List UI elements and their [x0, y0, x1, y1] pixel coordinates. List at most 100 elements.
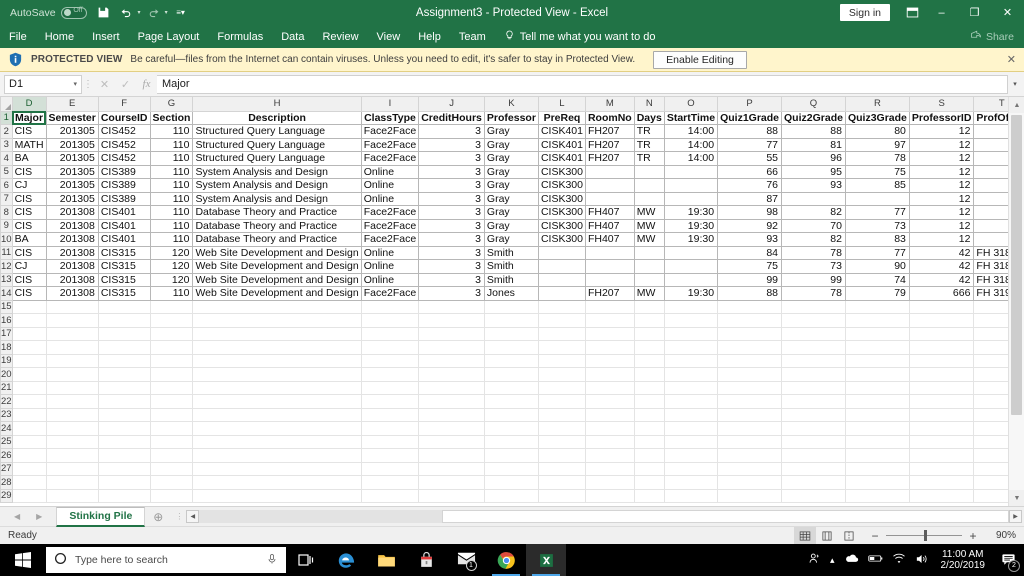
cell-D29[interactable] [11, 488, 47, 503]
cell-D10[interactable]: BA [11, 232, 47, 247]
chrome-icon[interactable] [486, 544, 526, 576]
cell-I10[interactable]: Face2Face [360, 232, 420, 247]
cell-E15[interactable] [45, 299, 99, 314]
cell-L20[interactable] [537, 367, 586, 382]
row-header-6[interactable]: 6 [0, 178, 13, 193]
cell-S29[interactable] [908, 488, 975, 503]
cell-K2[interactable]: Gray [483, 124, 539, 139]
previous-sheet-icon[interactable]: ◀ [14, 512, 20, 521]
show-hidden-icons-icon[interactable]: ▴ [830, 555, 835, 566]
cell-P3[interactable]: 77 [717, 137, 783, 152]
cell-S10[interactable]: 12 [908, 232, 975, 247]
cell-H15[interactable] [192, 299, 362, 314]
cell-Q19[interactable] [781, 353, 846, 368]
cell-P20[interactable] [717, 367, 783, 382]
cell-I15[interactable] [360, 299, 420, 314]
cell-P14[interactable]: 88 [717, 286, 783, 301]
cell-P8[interactable]: 98 [717, 205, 783, 220]
header-cell-R1[interactable]: Quiz3Grade [844, 110, 910, 125]
autosave-control[interactable]: AutoSave Off [6, 6, 91, 19]
cell-F11[interactable]: CIS315 [97, 245, 151, 260]
cell-M10[interactable]: FH407 [584, 232, 635, 247]
tab-view[interactable]: View [368, 25, 410, 48]
cell-H2[interactable]: Structured Query Language [192, 124, 362, 139]
cell-E24[interactable] [45, 421, 99, 436]
cell-P28[interactable] [717, 475, 783, 490]
cell-J23[interactable] [418, 407, 485, 422]
cell-H18[interactable] [192, 340, 362, 355]
cell-S24[interactable] [908, 421, 975, 436]
cell-D23[interactable] [11, 407, 47, 422]
next-sheet-icon[interactable]: ▶ [36, 512, 42, 521]
cell-N20[interactable] [633, 367, 665, 382]
cell-M9[interactable]: FH407 [584, 218, 635, 233]
enable-editing-button[interactable]: Enable Editing [653, 50, 747, 69]
cell-H16[interactable] [192, 313, 362, 328]
cell-E17[interactable] [45, 326, 99, 341]
cell-M11[interactable] [584, 245, 635, 260]
cell-E13[interactable]: 201308 [45, 272, 99, 287]
cell-Q25[interactable] [781, 434, 846, 449]
cell-H6[interactable]: System Analysis and Design [192, 178, 362, 193]
cell-N26[interactable] [633, 448, 665, 463]
cell-I6[interactable]: Online [360, 178, 420, 193]
cell-O25[interactable] [663, 434, 719, 449]
cell-R27[interactable] [844, 461, 910, 476]
cell-M28[interactable] [584, 475, 635, 490]
cell-K8[interactable]: Gray [483, 205, 539, 220]
cell-Q16[interactable] [781, 313, 846, 328]
cell-L21[interactable] [537, 380, 586, 395]
cell-N15[interactable] [633, 299, 665, 314]
cell-I22[interactable] [360, 394, 420, 409]
cell-S18[interactable] [908, 340, 975, 355]
cell-O3[interactable]: 14:00 [663, 137, 719, 152]
cell-E16[interactable] [45, 313, 99, 328]
cell-P22[interactable] [717, 394, 783, 409]
cell-Q26[interactable] [781, 448, 846, 463]
cell-K13[interactable]: Smith [483, 272, 539, 287]
search-input[interactable]: Type here to search [46, 547, 286, 573]
cell-P15[interactable] [717, 299, 783, 314]
cell-O21[interactable] [663, 380, 719, 395]
scroll-left-icon[interactable]: ◀ [186, 510, 200, 523]
cell-J24[interactable] [418, 421, 485, 436]
cell-I11[interactable]: Online [360, 245, 420, 260]
cell-L11[interactable] [537, 245, 586, 260]
cell-K7[interactable]: Gray [483, 191, 539, 206]
cell-R14[interactable]: 79 [844, 286, 910, 301]
cell-J16[interactable] [418, 313, 485, 328]
cell-J19[interactable] [418, 353, 485, 368]
cell-G3[interactable]: 110 [149, 137, 194, 152]
cell-D8[interactable]: CIS [11, 205, 47, 220]
cell-J21[interactable] [418, 380, 485, 395]
cell-P29[interactable] [717, 488, 783, 503]
cell-R16[interactable] [844, 313, 910, 328]
column-header-S[interactable]: S [908, 97, 975, 112]
cell-H25[interactable] [192, 434, 362, 449]
cell-N5[interactable] [633, 164, 665, 179]
cell-G10[interactable]: 110 [149, 232, 194, 247]
row-header-12[interactable]: 12 [0, 259, 13, 274]
cell-K27[interactable] [483, 461, 539, 476]
cell-H4[interactable]: Structured Query Language [192, 151, 362, 166]
cell-D2[interactable]: CIS [11, 124, 47, 139]
cell-F10[interactable]: CIS401 [97, 232, 151, 247]
cell-I26[interactable] [360, 448, 420, 463]
cell-D6[interactable]: CJ [11, 178, 47, 193]
cell-F22[interactable] [97, 394, 151, 409]
cell-K18[interactable] [483, 340, 539, 355]
cell-R2[interactable]: 80 [844, 124, 910, 139]
cell-Q14[interactable]: 78 [781, 286, 846, 301]
cell-G16[interactable] [149, 313, 194, 328]
page-layout-view-icon[interactable] [816, 527, 838, 545]
cell-M2[interactable]: FH207 [584, 124, 635, 139]
cell-N3[interactable]: TR [633, 137, 665, 152]
cell-H27[interactable] [192, 461, 362, 476]
cell-I3[interactable]: Face2Face [360, 137, 420, 152]
volume-icon[interactable] [915, 553, 929, 568]
cell-G7[interactable]: 110 [149, 191, 194, 206]
cell-E26[interactable] [45, 448, 99, 463]
cell-K25[interactable] [483, 434, 539, 449]
cell-D27[interactable] [11, 461, 47, 476]
cell-L5[interactable]: CISK300 [537, 164, 586, 179]
